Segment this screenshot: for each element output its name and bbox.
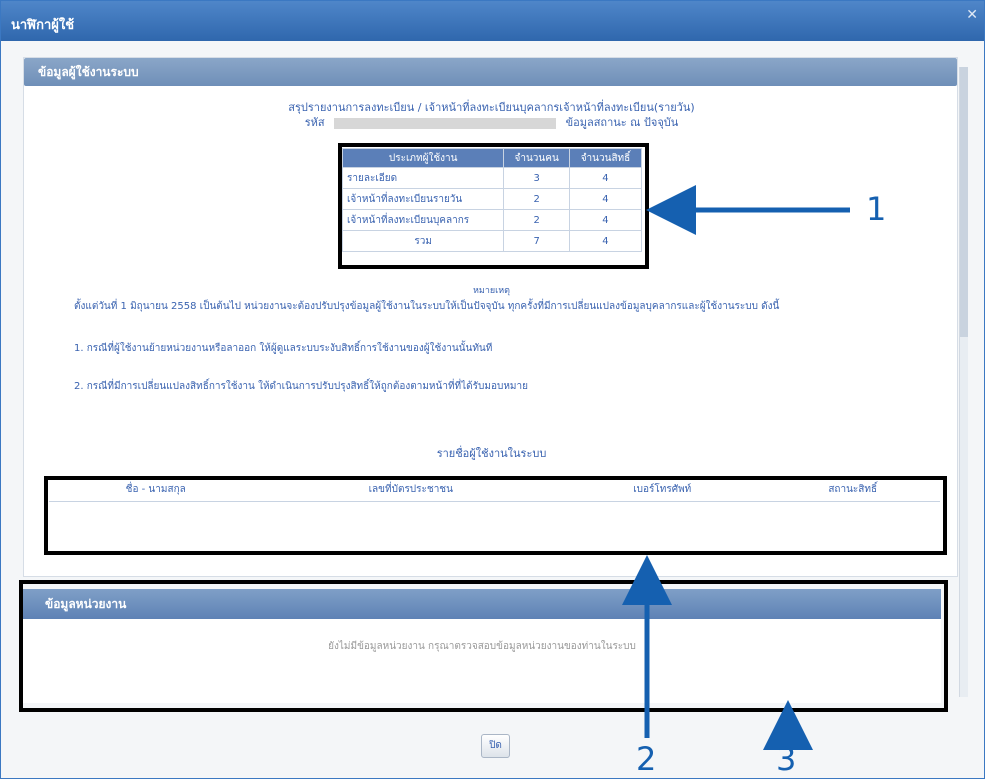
report-status-label: ข้อมูลสถานะ ณ ปัจจุบัน: [565, 116, 679, 129]
user-list-caption: รายชื่อผู้ใช้งานในระบบ: [436, 447, 547, 460]
note-2: 1. กรณีที่ผู้ใช้งานย้ายหน่วยงานหรือลาออก…: [74, 343, 493, 354]
window-title: นาฬิกาผู้ใช้: [11, 18, 75, 33]
callout-box-3: [19, 580, 948, 712]
close-icon[interactable]: ✕: [966, 7, 978, 23]
title-bar: นาฬิกาผู้ใช้ ✕: [1, 1, 984, 41]
close-button[interactable]: ปิด: [481, 734, 510, 758]
vertical-scrollbar[interactable]: [959, 67, 968, 697]
callout-box-2: [44, 476, 947, 555]
callout-box-1: [338, 143, 649, 269]
annotation-label-3: 3: [776, 740, 797, 778]
notes-label: หมายเหตุ: [472, 286, 511, 296]
annotation-label-1: 1: [866, 190, 887, 228]
note-3: 2. กรณีที่มีการเปลี่ยนแปลงสิทธิ์การใช้งา…: [74, 381, 528, 392]
report-title-line2: รหัส ข้อมูลสถานะ ณ ปัจจุบัน: [24, 113, 959, 131]
report-code-label: รหัส: [304, 116, 325, 129]
redacted-bar: [334, 117, 557, 129]
annotation-label-2: 2: [636, 740, 657, 778]
note-1: ตั้งแต่วันที่ 1 มิถุนายน 2558 เป็นต้นไป …: [74, 301, 780, 312]
scrollbar-thumb[interactable]: [960, 67, 968, 337]
panel-header: ข้อมูลผู้ใช้งานระบบ: [24, 58, 957, 86]
